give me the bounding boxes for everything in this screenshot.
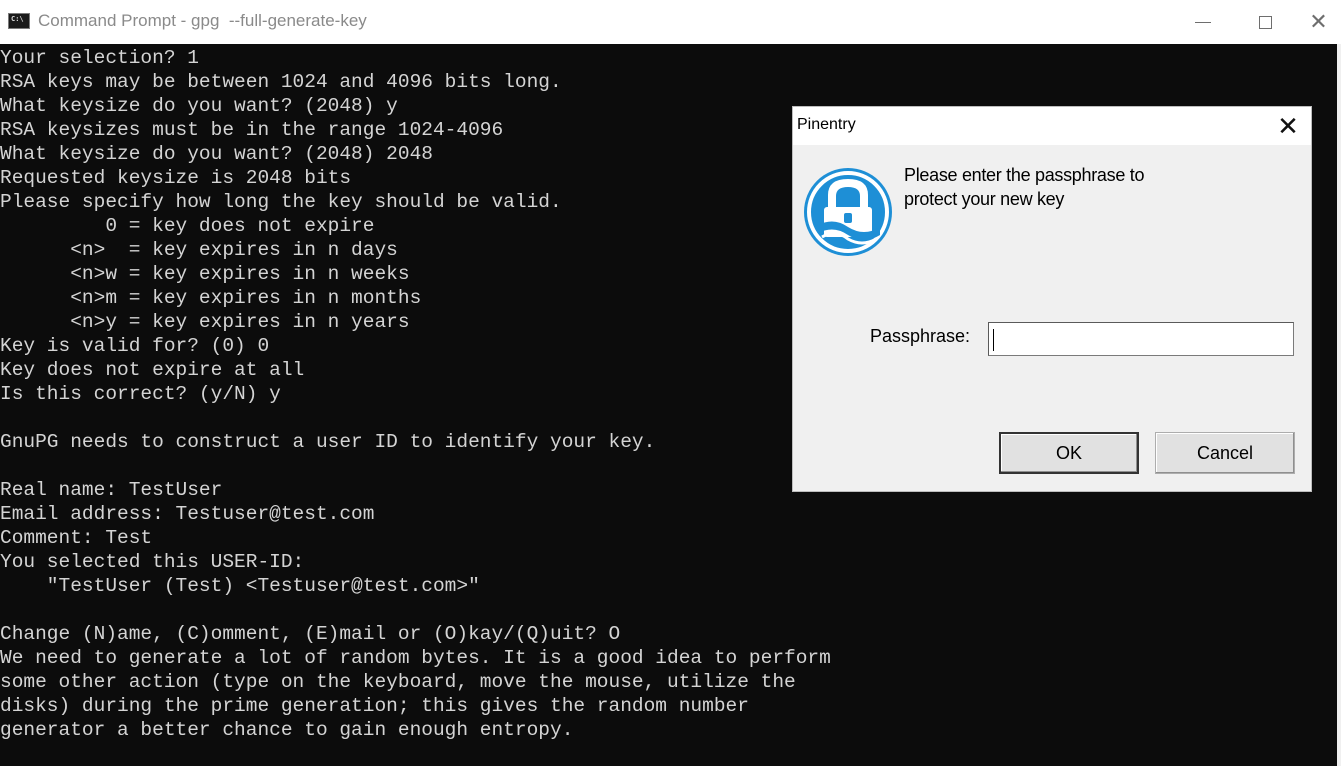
dialog-message-line: protect your new key — [904, 189, 1065, 209]
console-line: What keysize do you want? (2048) y — [0, 95, 398, 117]
ok-button[interactable]: OK — [999, 432, 1139, 474]
close-button[interactable]: ✕ — [1296, 0, 1341, 44]
console-line: Your selection? 1 — [0, 47, 199, 69]
passphrase-input[interactable] — [988, 322, 1294, 356]
ok-button-label: OK — [1055, 442, 1082, 463]
console-line: Comment: Test — [0, 527, 153, 549]
console-line: What keysize do you want? (2048) 2048 — [0, 143, 433, 165]
console-line: <n>m = key expires in n months — [0, 287, 422, 309]
window-titlebar[interactable]: C:\ Command Prompt - gpg --full-generate… — [0, 0, 1341, 44]
console-line: some other action (type on the keyboard,… — [0, 671, 796, 693]
text-caret — [993, 329, 994, 351]
command-prompt-icon-glyph: C:\ — [11, 15, 24, 23]
passphrase-label: Passphrase: — [870, 326, 971, 346]
console-line: Is this correct? (y/N) y — [0, 383, 281, 405]
maximize-icon — [1258, 15, 1272, 29]
close-icon: ✕ — [1277, 110, 1299, 141]
dialog-close-button[interactable]: ✕ — [1265, 107, 1311, 145]
console-line: Please specify how long the key should b… — [0, 191, 562, 213]
console-line: "TestUser (Test) <Testuser@test.com>" — [0, 575, 480, 597]
console-line: <n> = key expires in n days — [0, 239, 398, 261]
console-line: RSA keys may be between 1024 and 4096 bi… — [0, 71, 562, 93]
cancel-button[interactable]: Cancel — [1155, 432, 1295, 474]
console-line: Real name: TestUser — [0, 479, 223, 501]
dialog-message-line: Please enter the passphrase to — [904, 165, 1145, 185]
close-icon: ✕ — [1309, 9, 1328, 34]
console-line: Key is valid for? (0) 0 — [0, 335, 270, 357]
console-line: Email address: Testuser@test.com — [0, 503, 375, 525]
console-line: <n>y = key expires in n years — [0, 311, 410, 333]
console-line: 0 = key does not expire — [0, 215, 375, 237]
console-scrollbar[interactable] — [1337, 44, 1341, 766]
dialog-titlebar[interactable]: Pinentry ✕ — [793, 107, 1311, 145]
console-line: You selected this USER-ID: — [0, 551, 305, 573]
console-line: generator a better chance to gain enough… — [0, 719, 574, 741]
lock-icon — [804, 168, 892, 256]
dialog-message: Please enter the passphrase to protect y… — [904, 163, 1284, 211]
window-title: Command Prompt - gpg --full-generate-key — [38, 11, 367, 30]
console-line: We need to generate a lot of random byte… — [0, 647, 831, 669]
console-line: Key does not expire at all — [0, 359, 305, 381]
dialog-title: Pinentry — [797, 116, 856, 133]
console-line: GnuPG needs to construct a user ID to id… — [0, 431, 656, 453]
cancel-button-label: Cancel — [1196, 442, 1254, 463]
console-line: Requested keysize is 2048 bits — [0, 167, 352, 189]
command-prompt-icon: C:\ — [8, 13, 30, 29]
console-line: disks) during the prime generation; this… — [0, 695, 749, 717]
maximize-button[interactable] — [1234, 0, 1296, 44]
console-output: Your selection? 1 RSA keys may be between… — [0, 46, 831, 742]
console-line: <n>w = key expires in n weeks — [0, 263, 410, 285]
minimize-icon — [1195, 21, 1211, 23]
minimize-button[interactable] — [1172, 0, 1234, 44]
console-line: RSA keysizes must be in the range 1024-4… — [0, 119, 504, 141]
pinentry-dialog: Pinentry ✕ Please enter the passphrase t… — [792, 106, 1312, 492]
console-line: Change (N)ame, (C)omment, (E)mail or (O)… — [0, 623, 621, 645]
